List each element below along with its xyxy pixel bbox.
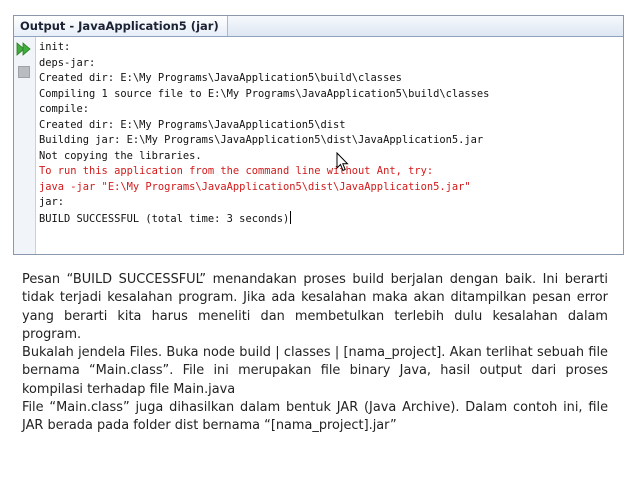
console-line: compile: bbox=[39, 103, 90, 115]
console-line: init: bbox=[39, 41, 71, 53]
output-side-toolbar bbox=[14, 37, 36, 254]
console-line: deps-jar: bbox=[39, 56, 96, 69]
console-error-line: To run this application from the command… bbox=[39, 165, 434, 177]
console-line: jar: bbox=[39, 196, 65, 208]
console-line: Not copying the libraries. bbox=[39, 149, 202, 162]
double-play-icon bbox=[16, 41, 32, 57]
description-text: Pesan “BUILD SUCCESSFUL” menandakan pros… bbox=[22, 271, 608, 436]
text-caret bbox=[290, 210, 292, 224]
stop-icon bbox=[18, 66, 30, 78]
output-tab[interactable]: Output - JavaApplication5 (jar) bbox=[14, 16, 228, 36]
console-line: BUILD SUCCESSFUL (total time: 3 seconds) bbox=[39, 210, 292, 225]
console-line: Building jar: E:\My Programs\JavaApplica… bbox=[39, 134, 484, 146]
description-paragraph: Pesan “BUILD SUCCESSFUL” menandakan pros… bbox=[22, 272, 608, 342]
output-title-bar: Output - JavaApplication5 (jar) bbox=[14, 16, 623, 37]
rerun-button[interactable] bbox=[16, 41, 32, 57]
console-line: Created dir: E:\My Programs\JavaApplicat… bbox=[39, 118, 346, 131]
output-tab-label: Output - JavaApplication5 (jar) bbox=[20, 19, 219, 33]
console-output[interactable]: init: deps-jar: Created dir: E:\My Program… bbox=[39, 40, 621, 252]
console-line: Compiling 1 source file to E:\My Program… bbox=[39, 87, 490, 100]
console-line: Created dir: E:\My Programs\JavaApplicat… bbox=[39, 72, 402, 84]
console-error-line: java -jar "E:\My Programs\JavaApplicatio… bbox=[39, 180, 471, 193]
description-paragraph: Bukalah jendela Files. Buka node build |… bbox=[22, 345, 608, 397]
output-window: Output - JavaApplication5 (jar) init: dep… bbox=[13, 15, 624, 255]
stop-button[interactable] bbox=[16, 64, 32, 80]
mouse-cursor-icon bbox=[336, 152, 349, 172]
description-paragraph: File “Main.class” juga dihasilkan dalam … bbox=[22, 400, 608, 434]
